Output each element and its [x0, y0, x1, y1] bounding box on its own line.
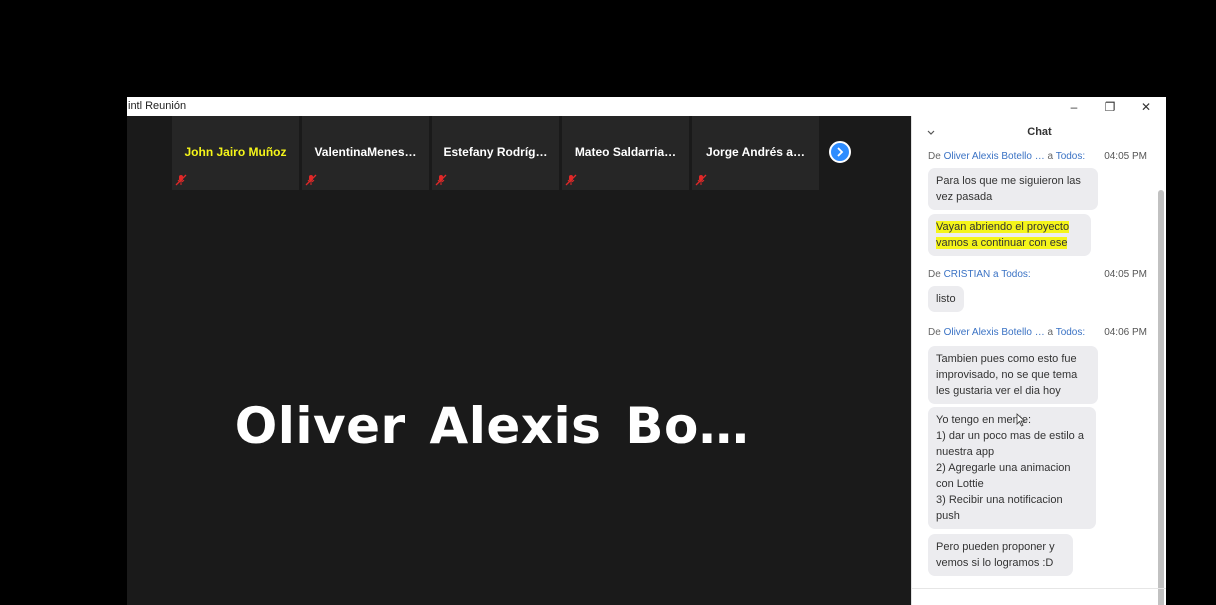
recipient-name[interactable]: Todos: [1001, 269, 1030, 280]
muted-mic-icon [695, 174, 707, 186]
participant-tile[interactable]: Jorge Andrés a… [692, 116, 819, 190]
muted-mic-icon [175, 174, 187, 186]
scrollbar-thumb[interactable] [1158, 190, 1164, 605]
chat-bubble: Yo tengo en mente: 1) dar un poco mas de… [928, 407, 1096, 529]
message-meta: De Oliver Alexis Botello … a Todos: 04:0… [928, 327, 1147, 338]
chat-bubble: Tambien pues como esto fue improvisado, … [928, 346, 1098, 404]
from-label: De [928, 151, 941, 162]
active-speaker-name: Oliver Alexis Bo… [234, 397, 750, 455]
to-label: a [1047, 151, 1054, 162]
muted-mic-icon [435, 174, 447, 186]
chat-bubble: Pero pueden proponer y vemos si lo logra… [928, 534, 1073, 576]
next-page-button[interactable] [829, 141, 851, 163]
chat-title: Chat [1027, 126, 1052, 138]
restore-button[interactable]: ❐ [1092, 97, 1128, 116]
chat-scrollbar[interactable] [1156, 150, 1166, 605]
chat-bubble: listo [928, 286, 964, 312]
chevron-right-icon [837, 147, 844, 157]
from-label: De [928, 269, 941, 280]
participant-name: Estefany Rodríg… [443, 145, 548, 159]
minimize-button[interactable]: – [1056, 97, 1092, 116]
message-time: 04:05 PM [1104, 269, 1147, 280]
sender-name[interactable]: Oliver Alexis Botello … [944, 151, 1045, 162]
chat-header: Chat [912, 116, 1166, 150]
mouse-cursor-icon [1016, 413, 1026, 427]
sender-name[interactable]: CRISTIAN [944, 269, 991, 280]
meeting-window: intl Reunión – ❐ ✕ John Jairo Muñoz Vale… [127, 97, 1166, 605]
participant-name: ValentinaMenes… [314, 145, 417, 159]
from-label: De [928, 327, 941, 338]
message-time: 04:06 PM [1104, 327, 1147, 338]
chat-bubble: Vayan abriendo el proyecto vamos a conti… [928, 214, 1091, 256]
message-meta: De CRISTIAN a Todos: 04:05 PM [928, 269, 1147, 280]
muted-mic-icon [305, 174, 317, 186]
to-label: a [1047, 327, 1054, 338]
highlighted-text: Vayan abriendo el proyecto vamos a conti… [936, 221, 1070, 249]
message-meta: De Oliver Alexis Botello … a Todos: 04:0… [928, 151, 1147, 162]
chat-bubble: Para los que me siguieron las vez pasada [928, 168, 1098, 210]
window-title: intl Reunión [128, 100, 187, 112]
muted-mic-icon [565, 174, 577, 186]
participant-tile[interactable]: Mateo Saldarria… [562, 116, 689, 190]
close-button[interactable]: ✕ [1128, 97, 1164, 116]
recipient-name[interactable]: Todos: [1056, 151, 1085, 162]
video-area: John Jairo Muñoz ValentinaMenes… Estefan… [127, 116, 911, 605]
participant-tile[interactable]: Estefany Rodríg… [432, 116, 559, 190]
chat-panel: Chat De Oliver Alexis Botello … a Todos:… [911, 116, 1166, 605]
sender-name[interactable]: Oliver Alexis Botello … [944, 327, 1045, 338]
message-time: 04:05 PM [1104, 151, 1147, 162]
participant-name: Jorge Andrés a… [706, 145, 805, 159]
title-bar: intl Reunión – ❐ ✕ [127, 97, 1166, 116]
to-label: a [993, 269, 999, 280]
participant-name: John Jairo Muñoz [184, 145, 287, 159]
participant-name: Mateo Saldarria… [574, 145, 677, 159]
participant-tile[interactable]: ValentinaMenes… [302, 116, 429, 190]
participant-tile[interactable]: John Jairo Muñoz [172, 116, 299, 190]
chat-composer[interactable] [912, 588, 1166, 605]
recipient-name[interactable]: Todos: [1056, 327, 1085, 338]
